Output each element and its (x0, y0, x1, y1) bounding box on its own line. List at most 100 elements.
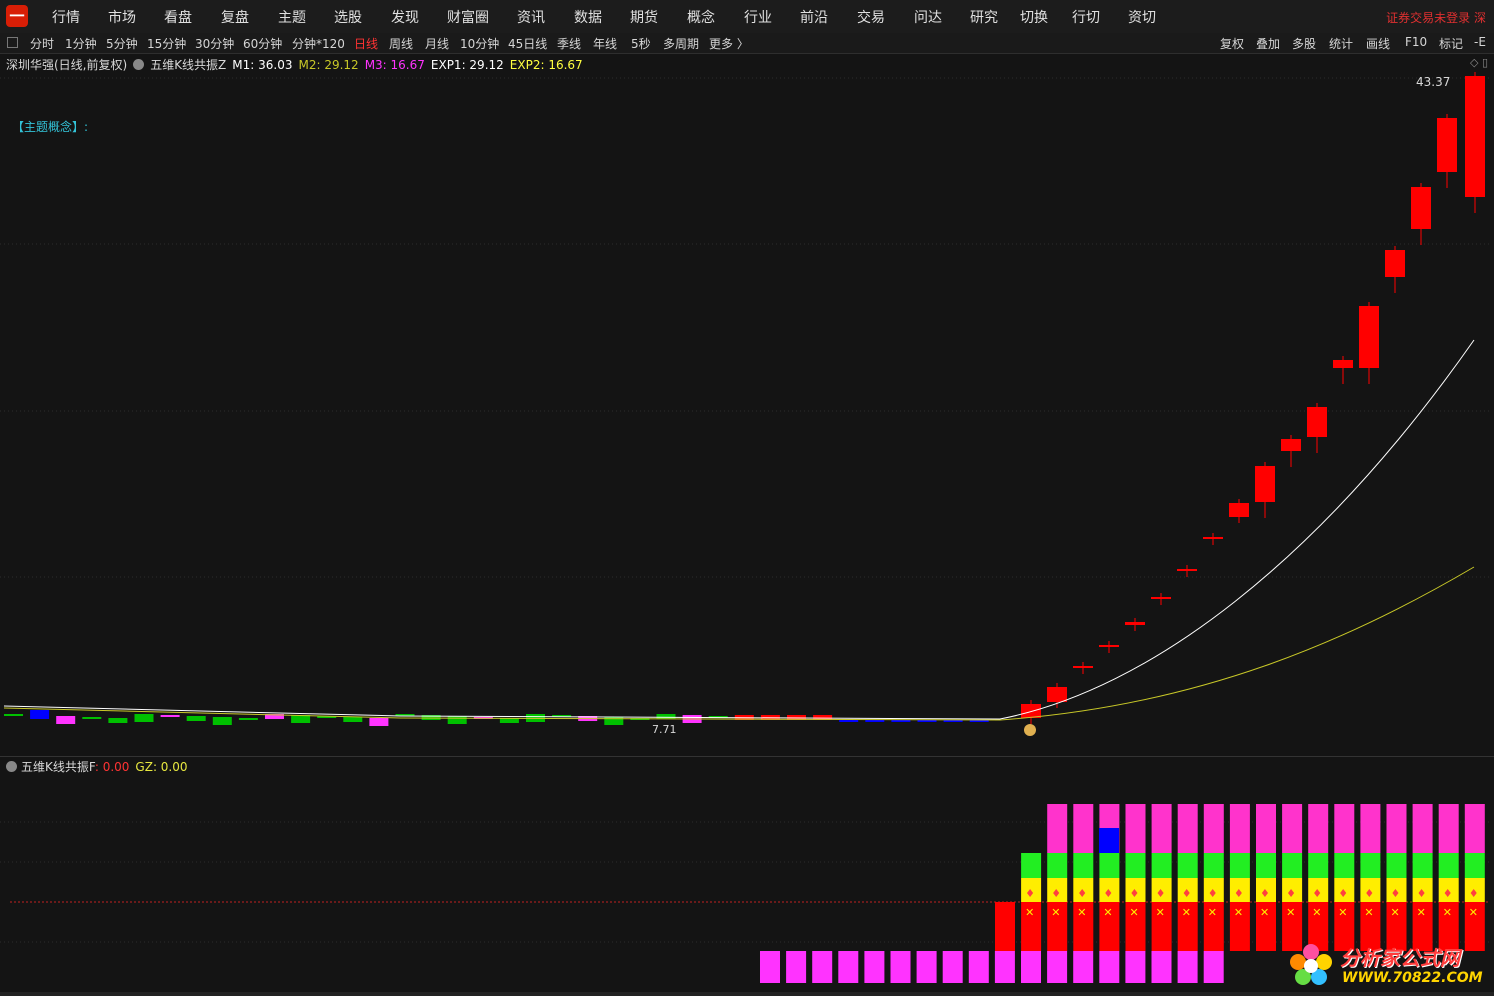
gem-icon: ♦ (1286, 887, 1296, 900)
sub-bar (864, 951, 885, 983)
candle (1073, 666, 1093, 668)
sub-bar (1308, 853, 1329, 878)
candle (1021, 704, 1041, 718)
sub-chart-legend: 五维K线共振F: 0.00 GZ: 0.00 (6, 758, 188, 775)
sub-bar (1386, 853, 1407, 878)
butterfly-icon: ✕ (1391, 906, 1400, 919)
candle (4, 714, 23, 716)
butterfly-icon: ✕ (1051, 906, 1060, 919)
moving-average-lines (3, 339, 1475, 736)
candle (291, 715, 311, 723)
candle (1281, 439, 1301, 451)
gem-icon: ♦ (1469, 887, 1479, 900)
candle (1151, 597, 1171, 599)
sub-bar (1047, 804, 1068, 853)
gem-icon: ♦ (1130, 887, 1140, 900)
sub-bar (1412, 853, 1433, 878)
candle (1465, 76, 1485, 197)
candle (212, 717, 232, 725)
sub-indicator-name[interactable]: 五维K线共振F (21, 760, 95, 774)
candle (238, 718, 258, 720)
candle (1255, 466, 1275, 502)
panel-divider[interactable] (0, 756, 1494, 757)
candle (343, 717, 363, 722)
gem-icon: ♦ (1208, 887, 1218, 900)
butterfly-icon: ✕ (1469, 906, 1478, 919)
butterfly-icon: ✕ (1443, 906, 1452, 919)
sub-bar (1177, 804, 1198, 853)
sub-bar (1438, 853, 1459, 878)
sub-bar (1360, 853, 1381, 878)
time-axis-strip[interactable] (0, 992, 1494, 996)
sub-indicator-toggle-icon[interactable] (6, 761, 17, 772)
sub-bar (1047, 951, 1068, 983)
butterfly-icon: ✕ (1103, 906, 1112, 919)
gem-icon: ♦ (1156, 887, 1166, 900)
candle (369, 718, 389, 726)
sub-bar (1282, 804, 1303, 853)
sub-bar (1203, 951, 1224, 983)
candle (1437, 118, 1457, 172)
candle (82, 717, 102, 719)
sub-bar (1177, 951, 1198, 983)
sub-bar (786, 951, 807, 983)
sub-bar (1334, 804, 1355, 853)
sub-bar (1438, 804, 1459, 853)
m2-line (3, 566, 1475, 721)
gem-icon: ♦ (1391, 887, 1401, 900)
candle (891, 720, 911, 722)
high-price-label: 43.37 (1416, 75, 1451, 89)
sub-bar (1203, 804, 1224, 853)
sub-bar (1177, 853, 1198, 878)
sub-bar (1256, 853, 1276, 878)
butterfly-icon: ✕ (1182, 906, 1191, 919)
sub-bar (1073, 853, 1094, 878)
sub-bar (1073, 804, 1094, 853)
candle (1203, 537, 1223, 539)
candle (134, 714, 154, 722)
butterfly-icon: ✕ (1156, 906, 1165, 919)
butterfly-icon: ✕ (1312, 906, 1321, 919)
butterfly-icon: ✕ (1077, 906, 1086, 919)
candle (839, 720, 859, 722)
candle (1125, 622, 1145, 625)
sub-bar (1125, 951, 1146, 983)
buy-signal-icon (1024, 724, 1036, 736)
gem-icon: ♦ (1051, 887, 1061, 900)
kline-chart: ♦ ✕ ♦ ✕ ♦ ✕ ♦ ✕ ♦ ✕ ♦ ✕ ♦ ✕ ♦ ✕ ♦ ✕ ♦ ✕ ♦ ✕ ♦ ✕ ♦ ✕ ♦ ✕ ♦ ✕ ♦ ✕ ♦ ✕ ♦ ✕ (0, 72, 1490, 983)
sub-bar (1151, 951, 1172, 983)
candle (108, 718, 128, 723)
sub-bar (1229, 853, 1250, 878)
gem-icon: ♦ (1443, 887, 1453, 900)
sub-bar (1151, 804, 1172, 853)
gem-icon: ♦ (1312, 887, 1322, 900)
candle (1229, 503, 1249, 517)
candle (1411, 187, 1431, 229)
butterfly-icon: ✕ (1338, 906, 1347, 919)
candle (1177, 569, 1197, 571)
sub-bar (1386, 804, 1407, 853)
gem-icon: ♦ (1077, 887, 1087, 900)
candle (160, 715, 180, 717)
candle (30, 710, 50, 719)
sub-bar (1125, 853, 1146, 878)
sub-bar (1256, 804, 1276, 853)
gem-icon: ♦ (1025, 887, 1035, 900)
sub-bar (995, 902, 1015, 951)
candle (656, 714, 676, 719)
sub-bar (1099, 853, 1120, 878)
candlestick-series (4, 72, 1485, 726)
sub-bar (1099, 951, 1120, 983)
watermark-url: WWW.70822.COM (1342, 970, 1483, 986)
butterfly-icon: ✕ (1130, 906, 1139, 919)
gz-value: GZ: 0.00 (135, 760, 188, 774)
sub-bar (890, 951, 911, 983)
butterfly-icon: ✕ (1286, 906, 1295, 919)
watermark-title: 分析家公式网 (1340, 946, 1460, 970)
sub-bar (1412, 804, 1433, 853)
candle (1307, 407, 1327, 437)
sub-bar (1021, 853, 1042, 878)
candle (56, 716, 76, 724)
sub-bar (1125, 804, 1146, 853)
sub-bar (1021, 951, 1041, 983)
